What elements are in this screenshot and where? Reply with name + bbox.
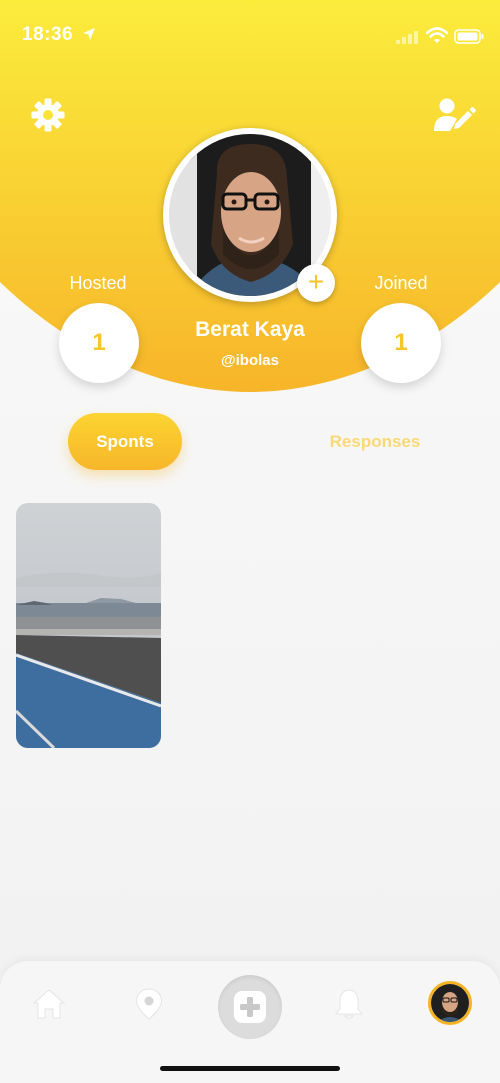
tab-responses[interactable]: Responses: [310, 413, 440, 470]
profile-name: Berat Kaya: [195, 318, 305, 341]
hosted-count[interactable]: 1: [59, 303, 139, 383]
home-icon[interactable]: [32, 987, 66, 1021]
spont-thumbnail[interactable]: [16, 503, 161, 748]
hosted-label: Hosted: [69, 273, 127, 293]
battery-icon: [454, 29, 484, 44]
wifi-icon: [426, 27, 448, 43]
status-bar: 18:36: [0, 0, 500, 70]
status-time: 18:36: [22, 24, 74, 45]
add-icon: [234, 991, 266, 1023]
joined-count[interactable]: 1: [361, 303, 441, 383]
bottom-navigation: [0, 961, 500, 1083]
home-indicator: [160, 1066, 340, 1071]
location-pin-icon[interactable]: [132, 987, 166, 1021]
bell-icon[interactable]: [332, 987, 366, 1021]
gear-icon[interactable]: [30, 97, 66, 133]
create-spont-button[interactable]: [218, 975, 282, 1039]
profile-handle: @ibolas: [221, 352, 279, 369]
joined-label: Joined: [374, 273, 428, 293]
profile-screen: 18:36 + Hosted 1 Joined 1 Berat Kaya @ib…: [0, 0, 500, 1083]
cellular-signal-icon: [396, 31, 418, 44]
location-arrow-icon: [83, 28, 95, 40]
add-photo-button[interactable]: +: [297, 264, 335, 302]
user-edit-icon[interactable]: [434, 98, 476, 132]
tab-sponts[interactable]: Sponts: [68, 413, 182, 470]
profile-avatar[interactable]: [428, 981, 472, 1025]
